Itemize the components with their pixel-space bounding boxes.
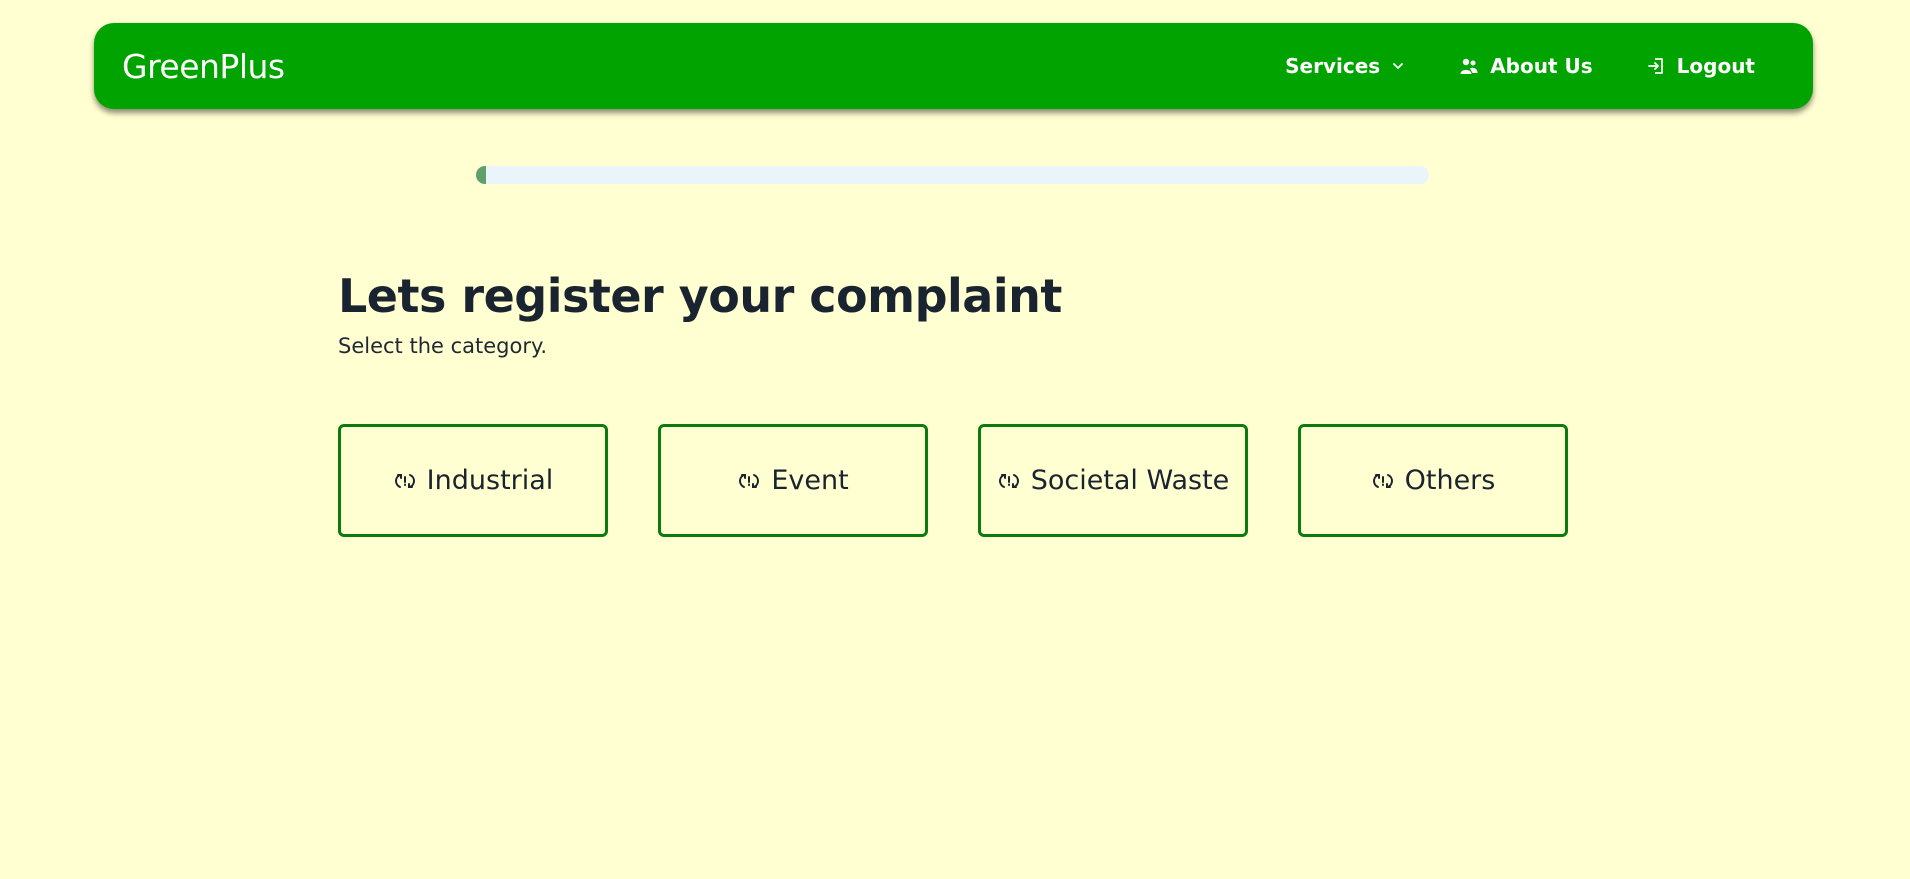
brand-logo[interactable]: GreenPlus [122,47,285,86]
nav-logout[interactable]: Logout [1619,23,1785,109]
users-icon [1458,55,1480,77]
nav-logout-label: Logout [1676,54,1755,78]
category-label: Industrial [426,465,554,496]
recycle-icon [393,469,417,493]
category-cards: Industrial Event Societal Waste Others [338,424,1568,537]
progress-bar [476,166,1429,184]
page: GreenPlus Services About Us Logout Lets … [0,0,1910,879]
category-societal-waste-button[interactable]: Societal Waste [978,424,1248,537]
nav-about-us[interactable]: About Us [1432,23,1618,109]
nav-about-us-label: About Us [1490,54,1593,78]
chevron-down-icon [1390,55,1406,77]
category-label: Societal Waste [1030,465,1230,496]
page-title: Lets register your complaint [338,269,1062,323]
recycle-icon [737,469,761,493]
recycle-icon [997,469,1021,493]
nav-services[interactable]: Services [1259,23,1432,109]
nav-links: Services About Us Logout [1259,23,1785,109]
category-others-button[interactable]: Others [1298,424,1568,537]
page-subtitle: Select the category. [338,334,548,358]
logout-icon [1645,55,1667,77]
category-event-button[interactable]: Event [658,424,928,537]
progress-bar-fill [476,166,486,184]
category-label: Event [771,465,849,496]
nav-services-label: Services [1285,54,1381,78]
navbar: GreenPlus Services About Us Logout [94,23,1813,109]
main-content: Lets register your complaint Select the … [338,268,1578,360]
category-label: Others [1404,465,1496,496]
category-industrial-button[interactable]: Industrial [338,424,608,537]
recycle-icon [1371,469,1395,493]
